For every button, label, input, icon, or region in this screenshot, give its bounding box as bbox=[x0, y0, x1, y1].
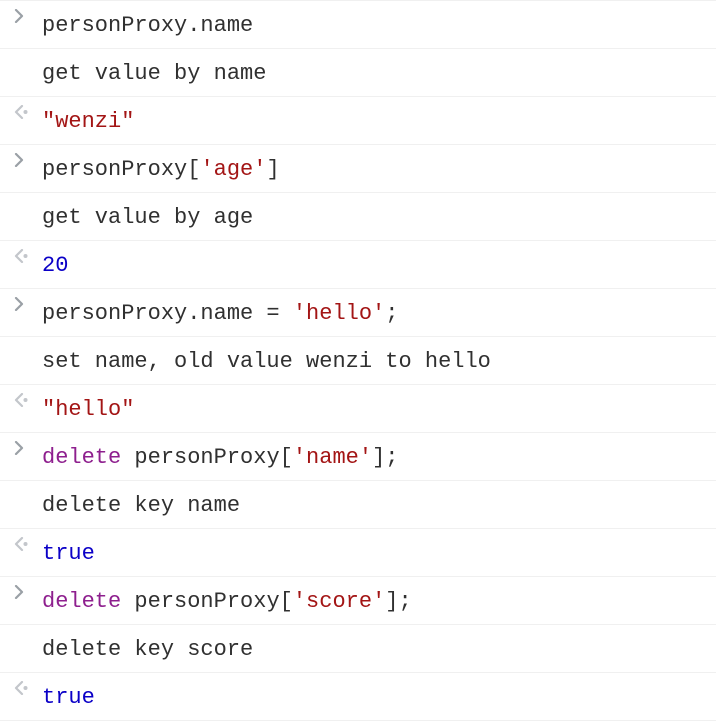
token-number: 20 bbox=[42, 253, 68, 278]
console-row-gutter bbox=[8, 55, 42, 57]
console-row-gutter bbox=[8, 295, 42, 311]
token-keyword: delete bbox=[42, 589, 121, 614]
console-row-output[interactable]: 20 bbox=[0, 240, 716, 288]
console-row-gutter bbox=[8, 679, 42, 695]
token-log: set name, old value wenzi to hello bbox=[42, 349, 491, 374]
console-row-input[interactable]: personProxy['age'] bbox=[0, 144, 716, 192]
token-string: 'hello' bbox=[293, 301, 385, 326]
token-default: personProxy[ bbox=[121, 445, 293, 470]
console-row-content: true bbox=[42, 535, 716, 570]
token-default: personProxy.name bbox=[42, 13, 253, 38]
console-row-gutter bbox=[8, 199, 42, 201]
token-default: personProxy[ bbox=[42, 157, 200, 182]
console-row-log[interactable]: delete key score bbox=[0, 624, 716, 672]
console-row-gutter bbox=[8, 631, 42, 633]
token-string: 'name' bbox=[293, 445, 372, 470]
token-string: "hello" bbox=[42, 397, 134, 422]
token-default: ] bbox=[266, 157, 279, 182]
console-row-gutter bbox=[8, 343, 42, 345]
console-row-input[interactable]: delete personProxy['score']; bbox=[0, 576, 716, 624]
console-row-log[interactable]: get value by name bbox=[0, 48, 716, 96]
token-log: get value by age bbox=[42, 205, 253, 230]
console-row-log[interactable]: delete key name bbox=[0, 480, 716, 528]
console-row-content: personProxy.name = 'hello'; bbox=[42, 295, 716, 330]
token-string: 'score' bbox=[293, 589, 385, 614]
token-keyword: delete bbox=[42, 445, 121, 470]
console-row-content: "wenzi" bbox=[42, 103, 716, 138]
chevron-right-icon bbox=[14, 9, 25, 23]
console-row-gutter bbox=[8, 7, 42, 23]
console-row-content: get value by age bbox=[42, 199, 716, 234]
console-row-input[interactable]: personProxy.name bbox=[0, 0, 716, 48]
token-default: personProxy.name = bbox=[42, 301, 293, 326]
console-row-log[interactable]: set name, old value wenzi to hello bbox=[0, 336, 716, 384]
token-log: delete key name bbox=[42, 493, 240, 518]
chevron-left-dot-icon bbox=[14, 393, 29, 407]
token-default: ]; bbox=[385, 589, 411, 614]
console-row-output[interactable]: "hello" bbox=[0, 384, 716, 432]
console-row-output[interactable]: "wenzi" bbox=[0, 96, 716, 144]
token-boolean: true bbox=[42, 541, 95, 566]
console-row-content: delete key score bbox=[42, 631, 716, 666]
console-row-gutter bbox=[8, 103, 42, 119]
token-default: personProxy[ bbox=[121, 589, 293, 614]
chevron-left-dot-icon bbox=[14, 105, 29, 119]
chevron-right-icon bbox=[14, 297, 25, 311]
console-row-content: 20 bbox=[42, 247, 716, 282]
console-row-gutter bbox=[8, 391, 42, 407]
console-row-gutter bbox=[8, 439, 42, 455]
console-row-gutter bbox=[8, 535, 42, 551]
console-output: personProxy.name get value by name "wenzi"… bbox=[0, 0, 716, 721]
console-row-gutter bbox=[8, 487, 42, 489]
console-row-input[interactable]: personProxy.name = 'hello'; bbox=[0, 288, 716, 336]
token-boolean: true bbox=[42, 685, 95, 710]
token-log: get value by name bbox=[42, 61, 266, 86]
token-default: ; bbox=[385, 301, 398, 326]
chevron-left-dot-icon bbox=[14, 681, 29, 695]
chevron-left-dot-icon bbox=[14, 537, 29, 551]
console-row-output[interactable]: true bbox=[0, 672, 716, 721]
chevron-right-icon bbox=[14, 585, 25, 599]
console-row-gutter bbox=[8, 151, 42, 167]
console-row-content: delete personProxy['score']; bbox=[42, 583, 716, 618]
console-row-content: delete key name bbox=[42, 487, 716, 522]
console-row-output[interactable]: true bbox=[0, 528, 716, 576]
chevron-right-icon bbox=[14, 153, 25, 167]
chevron-right-icon bbox=[14, 441, 25, 455]
token-string: 'age' bbox=[200, 157, 266, 182]
console-row-content: personProxy['age'] bbox=[42, 151, 716, 186]
console-row-content: personProxy.name bbox=[42, 7, 716, 42]
console-row-log[interactable]: get value by age bbox=[0, 192, 716, 240]
console-row-gutter bbox=[8, 583, 42, 599]
chevron-left-dot-icon bbox=[14, 249, 29, 263]
console-row-content: get value by name bbox=[42, 55, 716, 90]
token-log: delete key score bbox=[42, 637, 253, 662]
console-row-content: set name, old value wenzi to hello bbox=[42, 343, 716, 378]
console-row-input[interactable]: delete personProxy['name']; bbox=[0, 432, 716, 480]
console-row-gutter bbox=[8, 247, 42, 263]
console-row-content: delete personProxy['name']; bbox=[42, 439, 716, 474]
console-row-content: true bbox=[42, 679, 716, 714]
console-row-content: "hello" bbox=[42, 391, 716, 426]
token-string: "wenzi" bbox=[42, 109, 134, 134]
token-default: ]; bbox=[372, 445, 398, 470]
